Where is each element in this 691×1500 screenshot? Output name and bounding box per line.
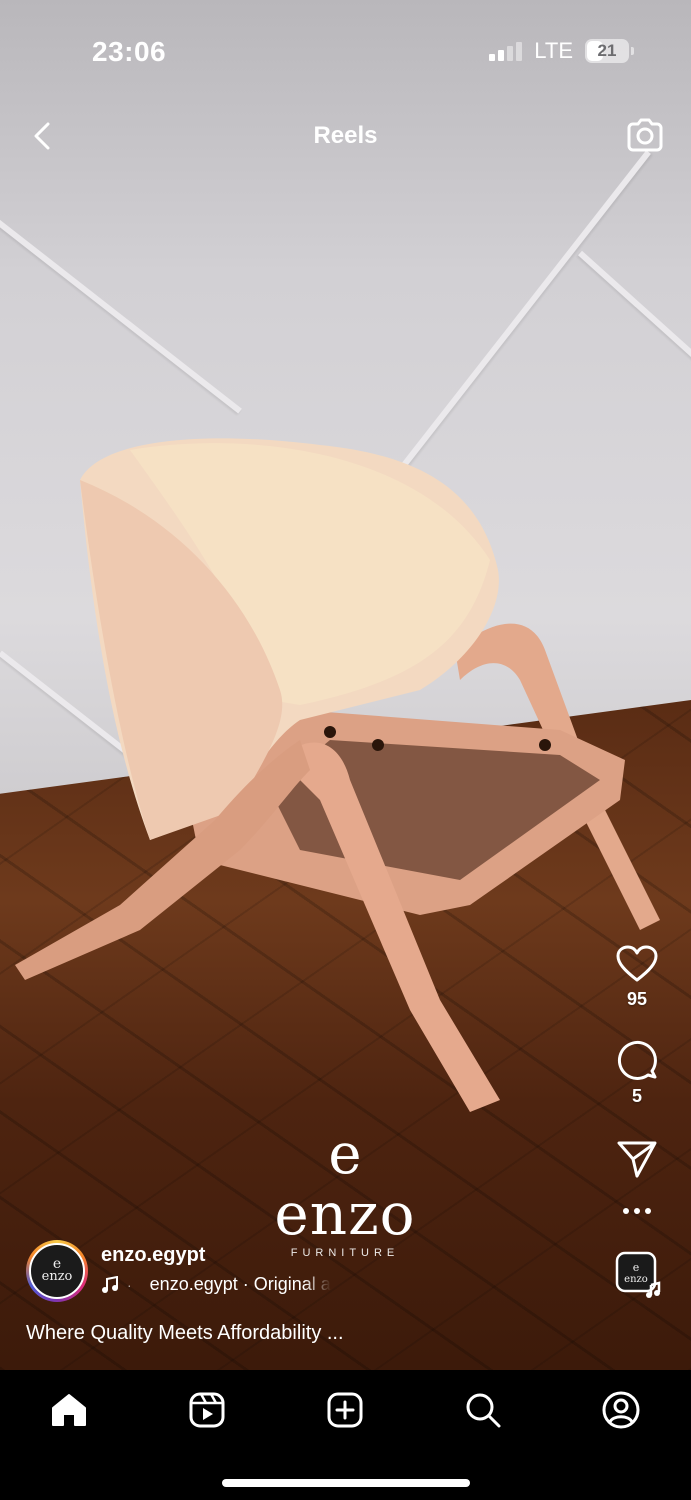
audio-equalizer-icon: · [127, 1276, 132, 1293]
enzo-watermark-logo: e enzo FURNITURE [250, 1122, 440, 1260]
comment-icon[interactable] [616, 1038, 658, 1080]
svg-text:e: e [633, 1261, 640, 1274]
music-note-icon [102, 1275, 118, 1293]
nav-profile[interactable] [599, 1388, 643, 1432]
nav-search[interactable] [461, 1388, 505, 1432]
heart-icon[interactable] [616, 945, 658, 983]
home-indicator[interactable] [222, 1479, 470, 1487]
create-icon [327, 1392, 363, 1428]
audio-thumbnail-button[interactable]: e enzo [615, 1251, 661, 1298]
status-time: 23:06 [92, 36, 167, 67]
audio-info[interactable]: · enzo.egypt · Original a [101, 1274, 331, 1295]
reels-icon [189, 1392, 225, 1428]
comment-action[interactable]: 5 [616, 1038, 658, 1107]
home-icon [52, 1394, 86, 1426]
share-action[interactable] [616, 1139, 658, 1179]
svg-text:enzo: enzo [624, 1274, 648, 1285]
more-horizontal-icon [623, 1208, 651, 1214]
page-title: Reels [313, 122, 378, 149]
camera-button[interactable] [623, 114, 667, 158]
status-indicators: LTE 21 [489, 38, 634, 64]
reel-caption[interactable]: Where Quality Meets Affordability ... [26, 1322, 344, 1345]
battery-level: 21 [597, 41, 617, 60]
like-action[interactable]: 95 [616, 945, 658, 1010]
reel-actions: 95 5 e enzo [607, 945, 667, 1298]
send-icon[interactable] [616, 1139, 658, 1179]
camera-icon [627, 118, 663, 152]
search-icon [466, 1393, 501, 1428]
status-bar: 23:06 LTE 21 [0, 0, 691, 100]
like-count: 95 [626, 989, 648, 1009]
avatar-label: enzo [41, 1269, 73, 1284]
reels-header: Reels [0, 108, 691, 164]
nav-home[interactable] [47, 1388, 91, 1432]
audio-thumbnail-icon: e enzo [615, 1251, 661, 1298]
battery-icon: 21 [585, 39, 634, 63]
nav-create[interactable] [323, 1388, 367, 1432]
comment-count: 5 [631, 1086, 642, 1106]
more-options-button[interactable] [622, 1197, 652, 1225]
nav-reels[interactable] [185, 1388, 229, 1432]
cellular-signal-icon [489, 41, 523, 61]
network-type: LTE [534, 38, 573, 63]
logo-wordmark: enzo [274, 1180, 416, 1248]
author-info: e enzo enzo.egypt · enzo.egypt · Origina… [26, 1240, 586, 1304]
username-link[interactable]: enzo.egypt [101, 1244, 205, 1267]
logo-mark: e [328, 1122, 362, 1187]
profile-icon [602, 1391, 640, 1429]
avatar[interactable]: e enzo [26, 1240, 88, 1302]
audio-title: enzo.egypt · Original a [149, 1274, 331, 1294]
